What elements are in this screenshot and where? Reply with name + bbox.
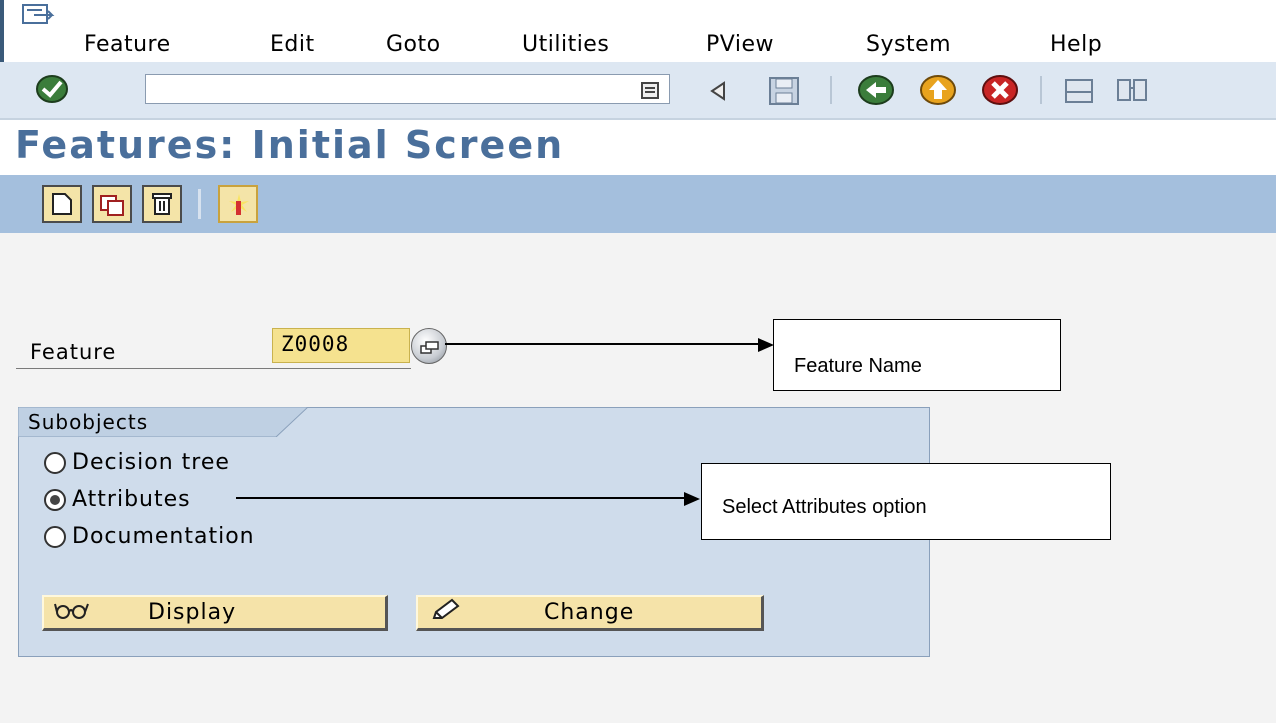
save-icon[interactable] [768,76,802,110]
display-button[interactable]: Display [42,595,388,631]
arrow-head-icon [758,337,774,356]
cancel-icon[interactable] [980,73,1020,111]
radio-decision-tree[interactable]: Decision tree [44,450,230,475]
back-icon[interactable] [856,73,896,111]
check-icon [228,193,250,221]
display-button-label: Display [148,600,237,625]
command-field[interactable] [145,74,670,104]
glasses-icon [54,600,90,626]
print-icon[interactable] [1062,76,1098,110]
menu-pview[interactable]: PView [706,32,774,57]
check-button[interactable] [218,185,258,223]
arrow-head-icon [684,491,700,510]
feature-name-callout: Feature Name [773,319,1061,391]
radio-label: Documentation [72,524,255,549]
radio-button-selected[interactable] [44,488,66,511]
radio-button[interactable] [44,525,66,548]
attributes-arrow-line [236,497,689,499]
change-button[interactable]: Change [416,595,764,631]
enter-checkmark-icon[interactable] [34,72,70,110]
change-button-label: Change [544,600,635,625]
copy-icon [99,193,127,221]
application-toolbar [0,175,1276,233]
toolbar-separator [1040,76,1042,104]
radio-label: Attributes [72,487,191,512]
select-attributes-callout-text: Select Attributes option [722,496,927,518]
feature-arrow-line [445,343,763,345]
menu-edit[interactable]: Edit [270,32,315,57]
radio-label: Decision tree [72,450,230,475]
possible-entries-button[interactable] [411,328,447,364]
find-icon[interactable] [1112,76,1152,110]
menu-goto[interactable]: Goto [386,32,441,57]
feature-input[interactable]: Z0008 [272,328,410,363]
radio-documentation[interactable]: Documentation [44,524,255,549]
back-triangle-icon[interactable] [706,79,730,107]
delete-button[interactable] [142,185,182,223]
page-title: Features: Initial Screen [15,123,565,167]
menu-bar: Feature Edit Goto Utilities PView System… [0,0,1276,118]
select-attributes-callout: Select Attributes option [701,463,1111,540]
pencil-icon [430,598,460,628]
copy-button[interactable] [92,185,132,223]
radio-attributes[interactable]: Attributes [44,487,191,512]
create-icon [51,192,73,220]
feature-name-callout-text: Feature Name [794,355,922,377]
feature-underline [16,368,411,369]
menu-icon[interactable] [22,2,56,32]
toolbar-separator [198,189,201,219]
menu-help[interactable]: Help [1050,32,1102,57]
possible-entries-icon [420,340,440,359]
standard-toolbar [0,62,1276,120]
menu-utilities[interactable]: Utilities [522,32,609,57]
delete-icon [151,191,175,221]
exit-icon[interactable] [918,73,958,111]
radio-button[interactable] [44,451,66,474]
subobjects-title: Subobjects [28,410,149,434]
menu-system[interactable]: System [866,32,951,57]
feature-label: Feature [30,340,117,364]
command-history-icon[interactable] [640,81,662,105]
create-button[interactable] [42,185,82,223]
toolbar-separator [830,76,832,104]
menu-feature[interactable]: Feature [84,32,171,57]
